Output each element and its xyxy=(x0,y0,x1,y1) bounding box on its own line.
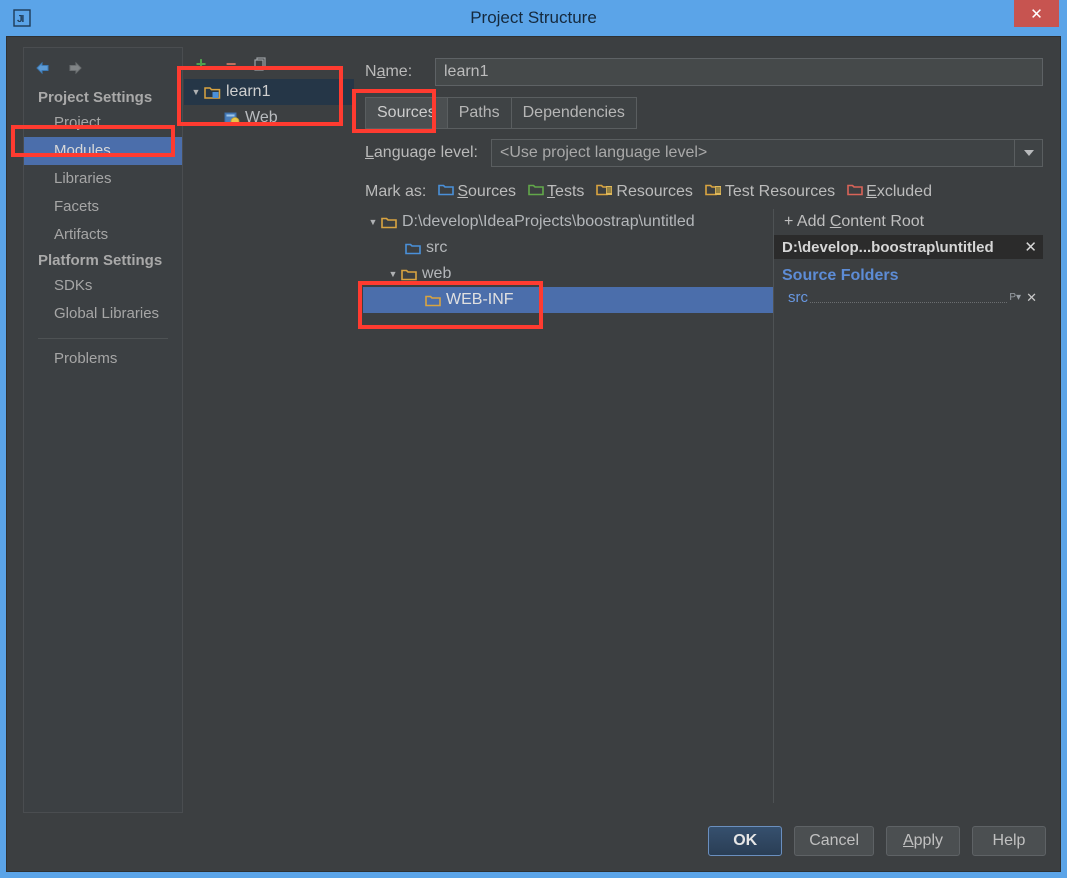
module-tree-row-learn1[interactable]: ▼ learn1 xyxy=(184,79,354,105)
dialog-body: Project Settings Project Modules Librari… xyxy=(6,36,1061,872)
tree-row-web[interactable]: ▼ web xyxy=(363,261,773,287)
tab-paths[interactable]: Paths xyxy=(446,97,511,129)
sidebar-divider xyxy=(38,338,168,339)
content-root-tree: ▼ D:\develop\IdeaProjects\boostrap\untit… xyxy=(363,209,774,803)
sidebar-item-project[interactable]: Project xyxy=(24,109,182,137)
mark-as-sources-label: Sources xyxy=(457,183,517,200)
add-module-icon[interactable]: + xyxy=(192,54,210,74)
mark-as-row: Mark as: Sources Tests Resources Test Re… xyxy=(365,179,944,205)
settings-nav-list: Project Settings Project Modules Librari… xyxy=(24,86,182,373)
mark-as-excluded-button[interactable]: Excluded xyxy=(847,183,932,201)
sidebar-group-project-settings: Project Settings xyxy=(38,89,153,106)
facet-name-label: Web xyxy=(245,109,278,126)
name-label: Name: xyxy=(365,63,413,80)
module-toolbar: + − xyxy=(184,51,354,77)
sidebar-item-artifacts[interactable]: Artifacts xyxy=(24,221,182,249)
folder-test-resources-icon xyxy=(705,183,722,201)
remove-content-root-icon[interactable]: ✕ xyxy=(1024,238,1037,256)
sidebar-item-modules[interactable]: Modules xyxy=(24,137,182,165)
close-button[interactable]: ✕ xyxy=(1014,0,1059,27)
dialog-button-bar: OK Cancel Apply Help xyxy=(7,821,1062,861)
remove-source-folder-icon[interactable]: ✕ xyxy=(1026,290,1037,306)
module-tree-row-web[interactable]: Web xyxy=(184,105,354,131)
expand-twisty-icon[interactable]: ▼ xyxy=(188,87,204,97)
settings-sidebar: Project Settings Project Modules Librari… xyxy=(23,47,183,813)
package-prefix-icon[interactable]: P▾ xyxy=(1009,292,1021,303)
sidebar-group-platform-settings: Platform Settings xyxy=(38,252,163,269)
tree-row-src[interactable]: src xyxy=(363,235,773,261)
tree-label-content-root: D:\develop\IdeaProjects\boostrap\untitle… xyxy=(402,213,695,230)
mark-as-excluded-label: Excluded xyxy=(866,183,932,200)
help-button[interactable]: Help xyxy=(972,826,1046,856)
window-title: Project Structure xyxy=(470,8,597,27)
back-arrow-icon[interactable] xyxy=(34,59,52,77)
web-twisty-icon[interactable]: ▼ xyxy=(385,269,401,279)
language-level-value: <Use project language level> xyxy=(500,144,708,161)
module-list-panel: + − ▼ learn1 Web xyxy=(184,47,354,813)
content-root-path-label: D:\develop...boostrap\untitled xyxy=(782,238,994,256)
module-editor-content: Name: learn1 Sources Paths Dependencies … xyxy=(355,47,1047,813)
tree-row-web-inf[interactable]: WEB-INF xyxy=(363,287,773,313)
module-tree: ▼ learn1 Web xyxy=(184,79,354,131)
tab-dependencies[interactable]: Dependencies xyxy=(510,97,637,129)
mark-as-test-resources-button[interactable]: Test Resources xyxy=(705,183,835,201)
navigation-arrows xyxy=(34,56,84,80)
tree-row-content-root[interactable]: ▼ D:\develop\IdeaProjects\boostrap\untit… xyxy=(363,209,773,235)
module-folder-icon xyxy=(204,85,221,100)
chevron-down-icon[interactable] xyxy=(1014,140,1042,166)
folder-icon xyxy=(425,294,441,307)
folder-tests-icon xyxy=(528,183,544,201)
mark-as-resources-button[interactable]: Resources xyxy=(596,183,693,201)
source-folder-row-src[interactable]: src P▾ ✕ xyxy=(774,287,1043,308)
language-level-label: Language level: xyxy=(365,144,478,161)
content-root-header: D:\develop...boostrap\untitled ✕ xyxy=(774,235,1043,259)
module-name-input[interactable]: learn1 xyxy=(435,58,1043,86)
sidebar-item-problems[interactable]: Problems xyxy=(24,345,182,373)
mark-as-test-resources-label: Test Resources xyxy=(724,183,836,200)
folder-icon xyxy=(401,268,417,281)
mark-as-tests-button[interactable]: Tests xyxy=(528,183,584,201)
mark-as-label: Mark as: xyxy=(365,183,427,200)
sidebar-item-facets[interactable]: Facets xyxy=(24,193,182,221)
ok-button[interactable]: OK xyxy=(708,826,783,856)
mark-as-resources-label: Resources xyxy=(616,183,693,200)
sidebar-item-sdks[interactable]: SDKs xyxy=(24,272,182,300)
folder-resources-icon xyxy=(596,183,613,201)
language-level-row: Language level: <Use project language le… xyxy=(365,137,1043,169)
project-structure-window: JI Project Structure ✕ Project Settings … xyxy=(0,0,1067,878)
copy-module-icon[interactable] xyxy=(252,55,270,73)
tree-label-web: web xyxy=(422,265,452,282)
add-content-root-button[interactable]: + Add Content Root xyxy=(774,209,1043,235)
apply-button[interactable]: Apply xyxy=(886,826,960,856)
title-bar: JI Project Structure ✕ xyxy=(0,0,1067,36)
folder-sources-icon xyxy=(438,183,455,201)
tab-sources[interactable]: Sources xyxy=(365,97,447,129)
sidebar-item-libraries[interactable]: Libraries xyxy=(24,165,182,193)
source-folders-title: Source Folders xyxy=(782,267,899,284)
cancel-button[interactable]: Cancel xyxy=(794,826,874,856)
tree-label-web-inf: WEB-INF xyxy=(446,291,514,308)
folder-sources-icon xyxy=(405,242,421,255)
source-folder-name: src xyxy=(788,289,808,306)
tree-label-src: src xyxy=(426,239,448,256)
mark-as-tests-label: Tests xyxy=(547,183,585,200)
language-level-select[interactable]: <Use project language level> xyxy=(491,139,1043,167)
folder-excluded-icon xyxy=(847,183,863,201)
forward-arrow-icon[interactable] xyxy=(66,59,84,77)
folder-icon xyxy=(381,216,397,229)
module-tabs: Sources Paths Dependencies xyxy=(365,97,637,129)
web-facet-icon xyxy=(224,111,240,126)
dot-leader xyxy=(810,292,1008,303)
sidebar-item-global-libraries[interactable]: Global Libraries xyxy=(24,300,182,328)
sources-split-pane: ▼ D:\develop\IdeaProjects\boostrap\untit… xyxy=(363,209,1043,803)
content-root-config-panel: + Add Content Root D:\develop...boostrap… xyxy=(774,209,1043,803)
module-name-label: learn1 xyxy=(226,83,271,100)
root-twisty-icon[interactable]: ▼ xyxy=(365,217,381,227)
remove-module-icon[interactable]: − xyxy=(222,54,240,74)
mark-as-sources-button[interactable]: Sources xyxy=(438,183,516,201)
module-name-row: Name: learn1 xyxy=(365,57,1043,87)
